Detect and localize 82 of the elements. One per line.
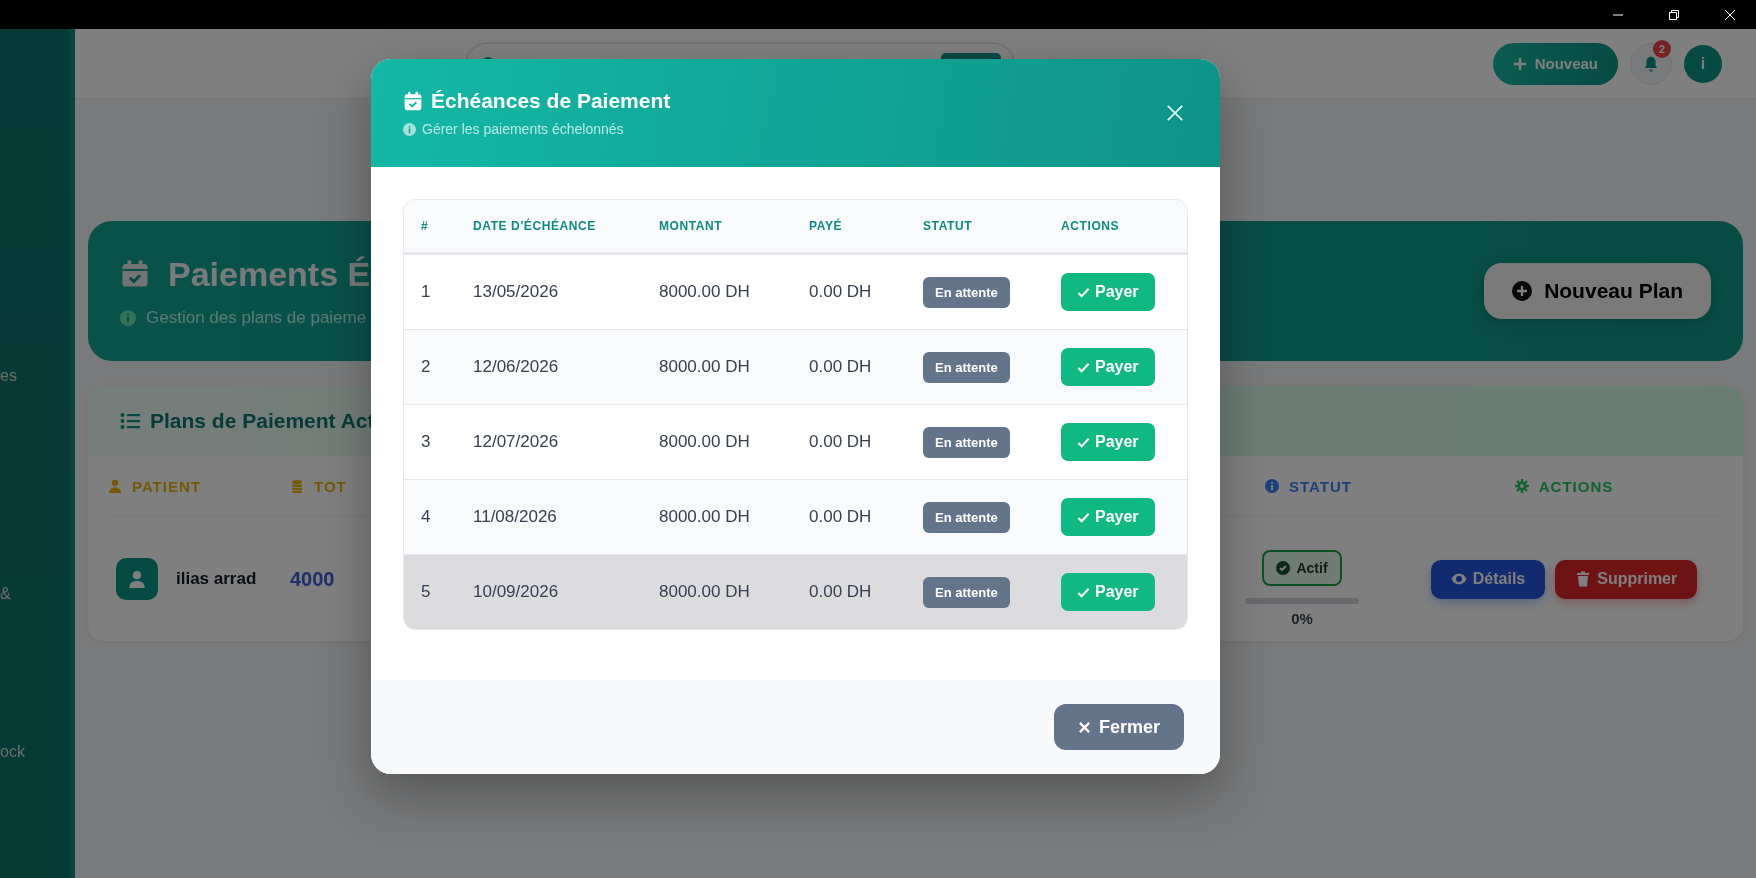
new-button[interactable]: Nouveau [1492,42,1618,85]
total-amount: 4000 [290,567,335,590]
amount: 8000.00 DH [658,507,751,527]
trash-icon [1575,571,1592,587]
due-date: 12/07/2026 [472,432,560,452]
column-header: PAYÉ [808,219,844,233]
amount: 8000.00 DH [658,282,751,302]
check-icon [1077,285,1090,299]
column-header: # [420,219,430,233]
new-plan-button[interactable]: Nouveau Plan [1484,263,1711,319]
sidebar-item[interactable]: ock [0,743,25,761]
due-date: 13/05/2026 [472,282,560,302]
delete-button[interactable]: Supprimer [1555,559,1698,599]
status-badge: Actif [1262,549,1342,586]
patient-name: ilias arrad [176,569,257,589]
status-badge: En attente [923,576,1010,608]
row-number: 2 [420,357,432,377]
user-icon [128,570,146,588]
status-badge: En attente [923,501,1010,533]
sidebar-item[interactable]: & [0,585,11,603]
list-icon [120,411,140,431]
restore-icon[interactable] [1668,8,1680,21]
column-header: ACTIONS [1060,219,1121,233]
paid-amount: 0.00 DH [808,432,873,452]
plus-circle-icon [1512,281,1533,301]
row-number: 5 [420,582,432,602]
check-icon [1077,435,1090,449]
paid-amount: 0.00 DH [808,582,873,602]
column-header: MONTANT [658,219,724,233]
info-icon [120,309,136,326]
bell-icon [1642,54,1660,73]
check-icon [1077,360,1090,374]
column-header: DATE D'ÉCHÉANCE [472,219,597,233]
paid-amount: 0.00 DH [808,282,873,302]
due-date: 10/09/2026 [472,582,560,602]
details-button[interactable]: Détails [1430,559,1546,599]
column-header: ACTIONS [1538,477,1614,495]
user-avatar[interactable]: i [1684,44,1722,83]
coins-icon [290,479,304,493]
check-icon [1077,585,1090,599]
calendar-check-icon [403,91,423,111]
column-header: STATUT [922,219,974,233]
due-date: 12/06/2026 [472,357,560,377]
column-header: PATIENT [132,477,201,495]
notification-badge: 2 [1653,39,1671,58]
row-number: 1 [420,282,432,302]
info-icon [403,122,416,136]
column-header: STATUT [1289,477,1352,495]
check-circle-icon [1276,560,1291,575]
notification-button[interactable]: 2 [1630,42,1672,85]
paid-amount: 0.00 DH [808,507,873,527]
pay-button[interactable]: Payer [1061,498,1155,536]
amount: 8000.00 DH [658,357,751,377]
calendar-check-icon [120,258,150,290]
user-icon [108,479,122,493]
amount: 8000.00 DH [658,582,751,602]
check-icon [1077,510,1090,524]
page-title: Paiements É [168,254,371,294]
close-icon [1077,720,1091,734]
plus-icon [1512,56,1527,71]
status-badge: En attente [923,276,1010,308]
progress-percent: 0% [1291,609,1313,627]
pay-button[interactable]: Payer [1061,423,1155,461]
info-icon [1265,479,1279,493]
row-number: 3 [420,432,432,452]
gear-icon [1514,479,1529,493]
row-number: 4 [420,507,432,527]
page-subtitle: Gestion des plans de paieme [146,307,367,328]
pay-button[interactable]: Payer [1061,348,1155,386]
status-badge: En attente [923,351,1010,383]
dialog-title: Échéances de Paiement [431,89,671,113]
dialog-subtitle: Gérer les paiements échelonnés [422,121,624,137]
column-header: TOT [314,477,347,495]
sidebar-item[interactable]: es [0,367,17,385]
pay-button[interactable]: Payer [1061,273,1155,311]
pay-button[interactable]: Payer [1061,573,1155,611]
due-date: 11/08/2026 [472,507,558,527]
eye-icon [1450,571,1467,587]
status-badge: En attente [923,426,1010,458]
paid-amount: 0.00 DH [808,357,873,377]
close-button[interactable]: Fermer [1053,704,1184,750]
amount: 8000.00 DH [658,432,751,452]
